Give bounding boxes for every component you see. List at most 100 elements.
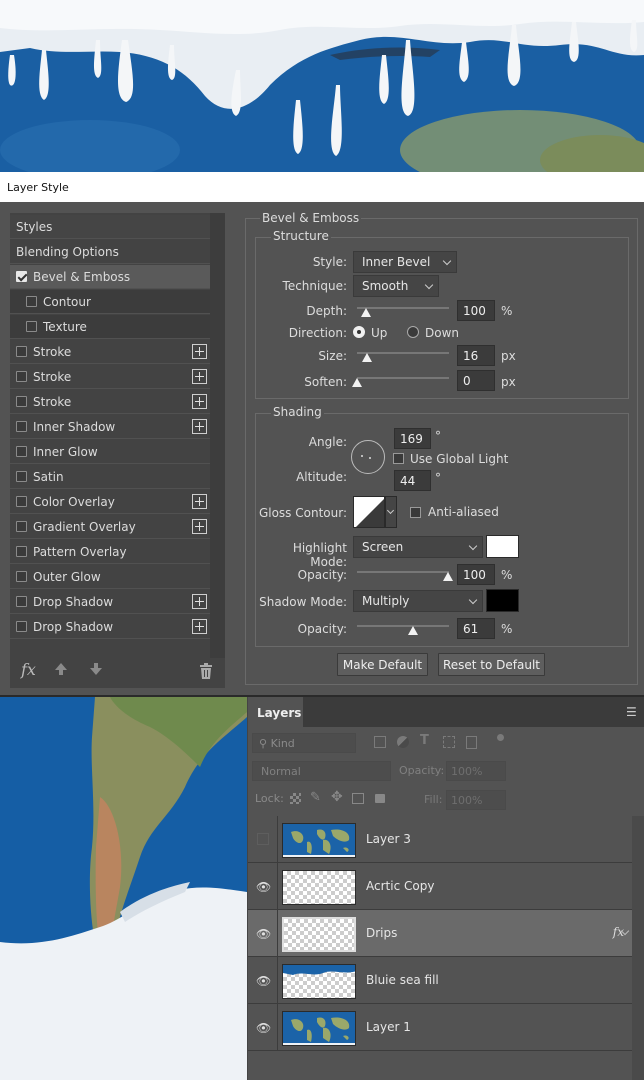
panel-menu-icon[interactable]: ☰: [626, 705, 637, 719]
stroke-checkbox[interactable]: [16, 396, 27, 407]
layer-row[interactable]: 👁 Acrtic Copy: [248, 863, 632, 910]
add-gradient-overlay-icon[interactable]: [192, 519, 207, 534]
outer-glow-item[interactable]: Outer Glow: [10, 565, 210, 589]
texture-checkbox[interactable]: [26, 321, 37, 332]
highlight-opacity-input[interactable]: 100: [457, 564, 495, 585]
angle-input[interactable]: 169: [394, 428, 431, 449]
inner-shadow-item[interactable]: Inner Shadow: [10, 415, 210, 439]
stroke-item[interactable]: Stroke: [10, 390, 210, 414]
filter-toggle-icon[interactable]: [497, 734, 504, 741]
shadow-opacity-thumb[interactable]: [408, 626, 418, 635]
layer-name[interactable]: Layer 3: [366, 832, 411, 846]
drop-shadow-checkbox[interactable]: [16, 621, 27, 632]
pattern-overlay-checkbox[interactable]: [16, 546, 27, 557]
stroke-item[interactable]: Stroke: [10, 365, 210, 389]
shadow-opacity-input[interactable]: 61: [457, 618, 495, 639]
lock-artboard-icon[interactable]: [352, 793, 364, 804]
highlight-color-swatch[interactable]: [486, 535, 519, 558]
shadow-color-swatch[interactable]: [486, 589, 519, 612]
add-drop-shadow-icon[interactable]: [192, 619, 207, 634]
add-stroke-icon[interactable]: [192, 369, 207, 384]
inner-shadow-checkbox[interactable]: [16, 421, 27, 432]
smart-object-filter-icon[interactable]: [466, 736, 477, 749]
visibility-toggle[interactable]: 👁: [248, 957, 278, 1004]
opacity-input[interactable]: 100%: [446, 761, 506, 781]
drop-shadow-checkbox[interactable]: [16, 596, 27, 607]
altitude-input[interactable]: 44: [394, 470, 431, 491]
layer-name[interactable]: Bluie sea fill: [366, 973, 439, 987]
satin-checkbox[interactable]: [16, 471, 27, 482]
visibility-toggle[interactable]: 👁: [248, 1004, 278, 1051]
layer-name[interactable]: Drips: [366, 926, 397, 940]
bevel-emboss-checkbox[interactable]: [16, 271, 27, 282]
visibility-toggle[interactable]: 👁: [248, 910, 278, 957]
drop-shadow-item[interactable]: Drop Shadow: [10, 615, 210, 639]
lock-move-icon[interactable]: ✥: [331, 789, 343, 805]
highlight-opacity-thumb[interactable]: [443, 572, 453, 581]
soften-slider-thumb[interactable]: [352, 378, 362, 387]
blending-options-item[interactable]: Blending Options: [10, 240, 210, 264]
direction-up-radio[interactable]: [353, 326, 365, 338]
add-stroke-icon[interactable]: [192, 344, 207, 359]
use-global-light-checkbox[interactable]: [393, 453, 404, 464]
layer-row[interactable]: Layer 3: [248, 816, 632, 863]
visibility-toggle[interactable]: 👁: [248, 863, 278, 910]
contour-checkbox[interactable]: [26, 296, 37, 307]
inner-glow-item[interactable]: Inner Glow: [10, 440, 210, 464]
layer-row[interactable]: 👁 Layer 1: [248, 1004, 632, 1051]
tab-layers[interactable]: Layers: [248, 697, 303, 727]
stroke-checkbox[interactable]: [16, 371, 27, 382]
add-color-overlay-icon[interactable]: [192, 494, 207, 509]
shape-filter-icon[interactable]: [443, 736, 455, 748]
inner-glow-checkbox[interactable]: [16, 446, 27, 457]
color-overlay-item[interactable]: Color Overlay: [10, 490, 210, 514]
style-dropdown[interactable]: Inner Bevel: [353, 251, 457, 273]
gradient-overlay-checkbox[interactable]: [16, 521, 27, 532]
stroke-checkbox[interactable]: [16, 346, 27, 357]
depth-slider-thumb[interactable]: [361, 308, 371, 317]
layer-name[interactable]: Layer 1: [366, 1020, 411, 1034]
gloss-contour-dropdown[interactable]: [385, 496, 397, 528]
shadow-opacity-track[interactable]: [357, 625, 449, 627]
gradient-overlay-item[interactable]: Gradient Overlay: [10, 515, 210, 539]
soften-input[interactable]: 0: [457, 370, 495, 391]
depth-input[interactable]: 100: [457, 300, 495, 321]
kind-filter-dropdown[interactable]: ⚲ Kind: [252, 733, 356, 753]
texture-item[interactable]: Texture: [10, 315, 210, 339]
satin-item[interactable]: Satin: [10, 465, 210, 489]
gloss-contour-preview[interactable]: [353, 496, 385, 528]
make-default-button[interactable]: Make Default: [337, 653, 428, 676]
add-inner-shadow-icon[interactable]: [192, 419, 207, 434]
adjustment-filter-icon[interactable]: [397, 736, 409, 748]
size-slider-thumb[interactable]: [362, 353, 372, 362]
pixel-filter-icon[interactable]: [374, 736, 386, 748]
add-stroke-icon[interactable]: [192, 394, 207, 409]
shadow-mode-dropdown[interactable]: Multiply: [353, 590, 483, 612]
layer-name[interactable]: Acrtic Copy: [366, 879, 434, 893]
stroke-item[interactable]: Stroke: [10, 340, 210, 364]
add-drop-shadow-icon[interactable]: [192, 594, 207, 609]
blend-mode-dropdown[interactable]: Normal: [252, 761, 391, 781]
angle-dial[interactable]: [351, 440, 385, 474]
reset-to-default-button[interactable]: Reset to Default: [438, 653, 545, 676]
technique-dropdown[interactable]: Smooth: [353, 275, 439, 297]
move-down-icon[interactable]: [88, 661, 104, 680]
fill-input[interactable]: 100%: [446, 790, 506, 810]
styles-scrollbar[interactable]: [210, 213, 225, 658]
move-up-icon[interactable]: [53, 661, 69, 680]
fx-icon[interactable]: fx: [21, 660, 36, 679]
trash-icon[interactable]: [199, 663, 213, 682]
visibility-toggle[interactable]: [248, 816, 278, 863]
bevel-emboss-item[interactable]: Bevel & Emboss: [10, 265, 210, 289]
highlight-opacity-track[interactable]: [357, 571, 449, 573]
drop-shadow-item[interactable]: Drop Shadow: [10, 590, 210, 614]
lock-all-icon[interactable]: [375, 794, 385, 803]
layer-row[interactable]: 👁 Bluie sea fill: [248, 957, 632, 1004]
direction-down-radio[interactable]: [407, 326, 419, 338]
soften-slider-track[interactable]: [357, 377, 449, 379]
anti-aliased-checkbox[interactable]: [410, 507, 421, 518]
outer-glow-checkbox[interactable]: [16, 571, 27, 582]
type-filter-icon[interactable]: T: [420, 733, 429, 748]
layers-scrollbar[interactable]: [632, 816, 644, 1080]
highlight-mode-dropdown[interactable]: Screen: [353, 536, 483, 558]
